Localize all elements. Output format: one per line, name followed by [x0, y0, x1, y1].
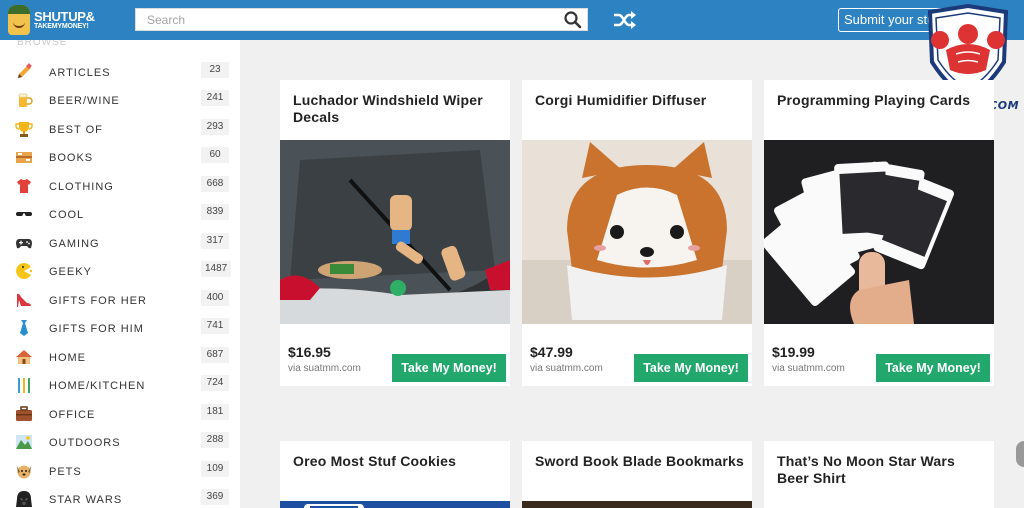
- sidebar-item-beer-wine[interactable]: BEER/WINE 241: [0, 89, 240, 113]
- product-title[interactable]: Corgi Humidifier Diffuser: [535, 92, 745, 109]
- product-card[interactable]: Sword Book Blade Bookmarks: [522, 441, 752, 508]
- product-card[interactable]: Corgi Humidifier Diffuser $47.99 via sua…: [522, 80, 752, 386]
- product-image-oreo-cookies[interactable]: [280, 501, 510, 508]
- product-title[interactable]: Luchador Windshield Wiper Decals: [293, 92, 503, 126]
- darth-vader-icon: [15, 490, 33, 508]
- count-badge: 241: [201, 90, 229, 106]
- product-image-wiper-decals[interactable]: [280, 140, 510, 324]
- shuffle-icon[interactable]: [612, 8, 638, 32]
- tie-icon: [15, 319, 33, 337]
- sidebar-item-gifts-for-her[interactable]: GIFTS FOR HER 400: [0, 289, 240, 313]
- scrollbar-handle[interactable]: [1016, 441, 1024, 467]
- sidebar-item-books[interactable]: BOOKS 60: [0, 146, 240, 170]
- count-badge: 741: [201, 318, 229, 334]
- category-sidebar: BROWSE ARTICLES 23 BEER/WINE 241 BEST OF…: [0, 40, 240, 508]
- site-logo[interactable]: SHUTUP& TAKEMYMONEY!: [8, 5, 95, 35]
- product-image-corgi-humidifier[interactable]: [522, 140, 752, 324]
- product-image-sword-bookmarks[interactable]: [522, 501, 752, 508]
- sidebar-item-star-wars[interactable]: STAR WARS 369: [0, 488, 240, 508]
- sidebar-item-clothing[interactable]: CLOTHING 668: [0, 175, 240, 199]
- sidebar-item-pets[interactable]: PETS 109: [0, 460, 240, 484]
- mountain-icon: [15, 433, 33, 451]
- product-source[interactable]: via suatmm.com: [530, 363, 603, 374]
- search-icon[interactable]: [563, 10, 583, 30]
- logo-subtitle: TAKEMYMONEY!: [34, 23, 89, 30]
- product-card[interactable]: Oreo Most Stuf Cookies: [280, 441, 510, 508]
- dog-icon: [15, 462, 33, 480]
- house-icon: [15, 348, 33, 366]
- pencil-icon: [15, 63, 33, 81]
- sidebar-item-gifts-for-him[interactable]: GIFTS FOR HIM 741: [0, 317, 240, 341]
- gamepad-icon: [15, 234, 33, 252]
- product-source[interactable]: via suatmm.com: [772, 363, 845, 374]
- count-badge: 839: [201, 204, 229, 220]
- sidebar-item-articles[interactable]: ARTICLES 23: [0, 61, 240, 85]
- shirt-icon: [15, 177, 33, 195]
- pacman-icon: [15, 262, 33, 280]
- sidebar-item-gaming[interactable]: GAMING 317: [0, 232, 240, 256]
- product-source[interactable]: via suatmm.com: [288, 363, 361, 374]
- count-badge: 1487: [201, 261, 232, 277]
- trophy-icon: [15, 120, 33, 138]
- count-badge: 369: [201, 489, 229, 505]
- count-badge: 109: [201, 461, 229, 477]
- product-title[interactable]: Programming Playing Cards: [777, 92, 987, 109]
- sidebar-item-outdoors[interactable]: OUTDOORS 288: [0, 431, 240, 455]
- count-badge: 288: [201, 432, 229, 448]
- count-badge: 724: [201, 375, 229, 391]
- top-header: SHUTUP& TAKEMYMONEY! Submit your stuff!: [0, 0, 1024, 40]
- logo-face-icon: [8, 5, 30, 35]
- browse-heading: BROWSE: [17, 40, 68, 48]
- product-price: $16.95: [288, 344, 331, 360]
- product-price: $19.99: [772, 344, 815, 360]
- product-card[interactable]: That’s No Moon Star Wars Beer Shirt: [764, 441, 994, 508]
- beer-icon: [15, 91, 33, 109]
- sidebar-item-office[interactable]: OFFICE 181: [0, 403, 240, 427]
- product-image-moon-beer-shirt[interactable]: [764, 501, 994, 508]
- take-my-money-button[interactable]: Take My Money!: [634, 354, 748, 382]
- take-my-money-button[interactable]: Take My Money!: [392, 354, 506, 382]
- sunglasses-icon: [15, 205, 33, 223]
- sidebar-item-home-kitchen[interactable]: HOME/KITCHEN 724: [0, 374, 240, 398]
- count-badge: 400: [201, 290, 229, 306]
- sidebar-item-best-of[interactable]: BEST OF 293: [0, 118, 240, 142]
- product-title[interactable]: That’s No Moon Star Wars Beer Shirt: [777, 453, 987, 487]
- take-my-money-button[interactable]: Take My Money!: [876, 354, 990, 382]
- product-title[interactable]: Oreo Most Stuf Cookies: [293, 453, 503, 470]
- product-card[interactable]: Programming Playing Cards $19.99 via sua…: [764, 80, 994, 386]
- briefcase-icon: [15, 405, 33, 423]
- sidebar-item-geeky[interactable]: GEEKY 1487: [0, 260, 240, 284]
- product-price: $47.99: [530, 344, 573, 360]
- count-badge: 23: [201, 62, 229, 78]
- search-box: [135, 8, 588, 31]
- count-badge: 317: [201, 233, 229, 249]
- sidebar-item-cool[interactable]: COOL 839: [0, 203, 240, 227]
- product-image-programming-cards[interactable]: [764, 140, 994, 324]
- count-badge: 687: [201, 347, 229, 363]
- logo-title: SHUTUP&: [34, 9, 95, 24]
- count-badge: 668: [201, 176, 229, 192]
- utensils-icon: [15, 376, 33, 394]
- sidebar-item-home[interactable]: HOME 687: [0, 346, 240, 370]
- product-title[interactable]: Sword Book Blade Bookmarks: [535, 453, 745, 470]
- books-icon: [15, 148, 33, 166]
- heel-icon: [15, 291, 33, 309]
- product-card[interactable]: Luchador Windshield Wiper Decals $16.95 …: [280, 80, 510, 386]
- count-badge: 60: [201, 147, 229, 163]
- count-badge: 293: [201, 119, 229, 135]
- search-input[interactable]: [136, 9, 556, 30]
- count-badge: 181: [201, 404, 229, 420]
